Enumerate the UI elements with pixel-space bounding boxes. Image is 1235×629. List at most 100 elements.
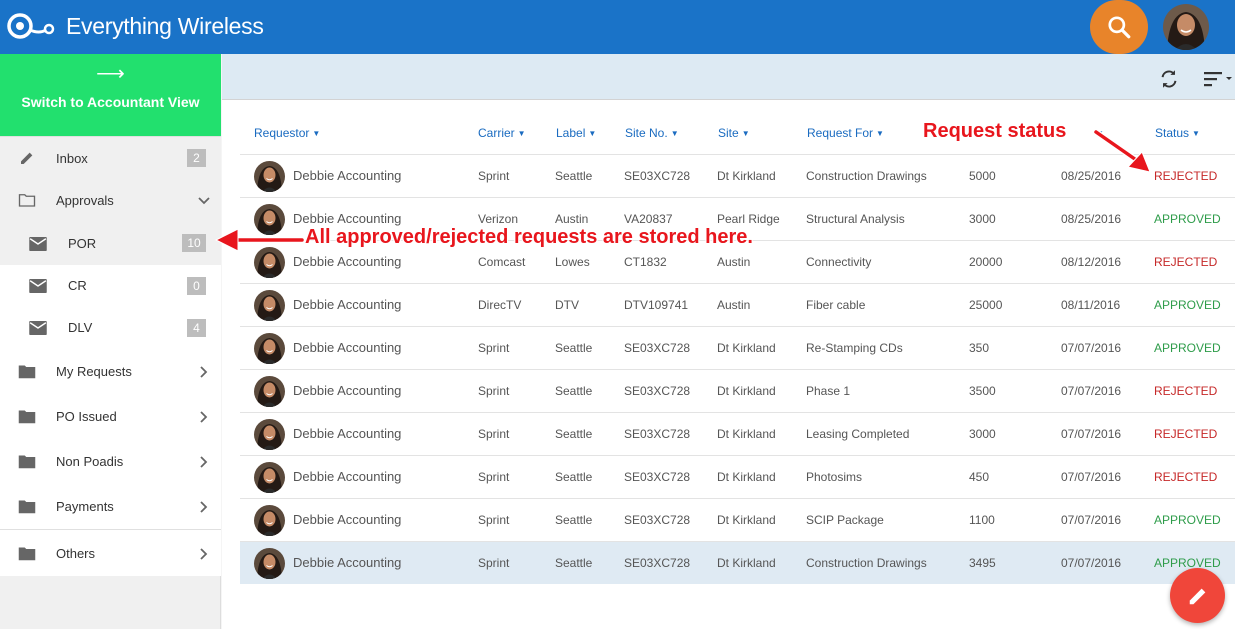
cell-status: APPROVED (1154, 212, 1221, 226)
cell-request-for: SCIP Package (806, 513, 884, 527)
cell-label: Seattle (555, 427, 593, 441)
cell-status: APPROVED (1154, 556, 1221, 570)
caret-down-icon: ▼ (312, 129, 321, 139)
annotation-arrow-status (1093, 129, 1151, 173)
sidebar-item-label: PO Issued (56, 409, 117, 424)
cell-request-for: Photosims (806, 470, 863, 484)
sidebar-item-approvals[interactable]: Approvals (0, 179, 221, 222)
cell-amount: 25000 (969, 298, 1003, 312)
folder-icon (17, 361, 37, 381)
cell-site-no: SE03XC728 (624, 384, 691, 398)
sidebar: ⟶ Switch to Accountant View Inbox 2 Appr… (0, 54, 221, 629)
switch-view-label: Switch to Accountant View (21, 94, 200, 110)
sidebar-item-inbox[interactable]: Inbox 2 (0, 136, 221, 179)
cell-site: Dt Kirkland (717, 384, 776, 398)
sidebar-item-payments[interactable]: Payments (0, 484, 221, 529)
column-header-label: Request For (807, 126, 874, 140)
count-badge: 10 (182, 234, 206, 252)
column-header-label[interactable]: Label ▼ (556, 126, 596, 140)
sidebar-item-cr[interactable]: CR 0 (0, 265, 221, 307)
avatar (254, 419, 285, 450)
cell-site: Dt Kirkland (717, 427, 776, 441)
cell-amount: 1100 (969, 513, 995, 527)
column-header-site-no[interactable]: Site No. ▼ (625, 126, 679, 140)
caret-down-icon: ▼ (517, 129, 526, 139)
cell-date: 07/07/2016 (1061, 470, 1122, 484)
cell-carrier: Sprint (478, 341, 510, 355)
chevron-right-icon (200, 411, 208, 423)
cell-requestor: Debbie Accounting (293, 383, 402, 398)
cell-request-for: Leasing Completed (806, 427, 910, 441)
sidebar-item-dlv[interactable]: DLV 4 (0, 307, 221, 349)
cell-amount: 3500 (969, 384, 996, 398)
cell-label: Seattle (555, 169, 593, 183)
avatar (254, 462, 285, 493)
cell-site: Dt Kirkland (717, 341, 776, 355)
cell-amount: 20000 (969, 255, 1003, 269)
sidebar-item-por[interactable]: POR 10 (0, 222, 221, 265)
cell-carrier: Sprint (478, 470, 510, 484)
cell-carrier: Sprint (478, 513, 510, 527)
cell-label: Seattle (555, 513, 593, 527)
annotation-stored-here: All approved/rejected requests are store… (305, 226, 753, 248)
search-button[interactable] (1090, 0, 1148, 54)
cell-site: Pearl Ridge (717, 212, 780, 226)
table-row[interactable]: Debbie Accounting Sprint Seattle SE03XC728 D… (240, 326, 1235, 369)
cell-site-no: SE03XC728 (624, 556, 691, 570)
column-header-label: Label (556, 126, 586, 140)
table-row[interactable]: Debbie Accounting DirecTV DTV DTV109741 Aust… (240, 283, 1235, 326)
cell-requestor: Debbie Accounting (293, 426, 402, 441)
cell-request-for: Construction Drawings (806, 169, 927, 183)
table-row[interactable]: Debbie Accounting Sprint Seattle SE03XC728 D… (240, 455, 1235, 498)
user-avatar[interactable] (1163, 4, 1209, 50)
cell-site-no: VA20837 (624, 212, 673, 226)
avatar (254, 376, 285, 407)
cell-site: Austin (717, 298, 751, 312)
cell-request-for: Construction Drawings (806, 556, 927, 570)
cell-site: Dt Kirkland (717, 556, 776, 570)
column-header-requestor[interactable]: Requestor ▼ (254, 126, 320, 140)
sidebar-item-my-requests[interactable]: My Requests (0, 349, 221, 394)
table-row[interactable]: Debbie Accounting Sprint Seattle SE03XC728 D… (240, 154, 1235, 197)
cell-site-no: DTV109741 (624, 298, 689, 312)
sidebar-item-label: Others (56, 546, 96, 561)
table-row[interactable]: Debbie Accounting Sprint Seattle SE03XC728 D… (240, 541, 1235, 584)
caret-down-icon: ▼ (588, 129, 597, 139)
avatar (254, 548, 285, 579)
cell-carrier: Comcast (478, 255, 526, 269)
count-badge: 2 (187, 149, 206, 167)
cell-label: Lowes (555, 255, 590, 269)
logo-icon[interactable] (6, 10, 56, 42)
column-header-carrier[interactable]: Carrier ▼ (478, 126, 526, 140)
cell-site: Dt Kirkland (717, 470, 776, 484)
cell-date: 07/07/2016 (1061, 556, 1122, 570)
cell-request-for: Phase 1 (806, 384, 851, 398)
sidebar-item-po-issued[interactable]: PO Issued (0, 394, 221, 439)
sidebar-item-non-poadis[interactable]: Non Poadis (0, 439, 221, 484)
cell-request-for: Re-Stamping CDs (806, 341, 903, 355)
compose-fab[interactable] (1170, 568, 1225, 623)
chevron-right-icon (200, 548, 208, 560)
cell-requestor: Debbie Accounting (293, 168, 402, 183)
caret-down-icon: ▼ (741, 129, 750, 139)
avatar (254, 333, 285, 364)
sort-icon[interactable] (1202, 70, 1234, 88)
cell-requestor: Debbie Accounting (293, 512, 402, 527)
switch-view-button[interactable]: ⟶ Switch to Accountant View (0, 54, 221, 136)
cell-amount: 450 (969, 470, 990, 484)
caret-down-icon: ▼ (876, 129, 884, 139)
sidebar-item-others[interactable]: Others (0, 529, 221, 576)
table-row[interactable]: Debbie Accounting Sprint Seattle SE03XC728 D… (240, 369, 1235, 412)
refresh-icon[interactable] (1158, 68, 1180, 90)
column-header-label: Requestor (254, 126, 310, 140)
column-header-site[interactable]: Site ▼ (718, 126, 750, 140)
folder-icon (17, 451, 37, 471)
table-row[interactable]: Debbie Accounting Sprint Seattle SE03XC728 D… (240, 412, 1235, 455)
requests-table: Requestor ▼ Carrier ▼ Label ▼ Site No. ▼ Sit… (222, 100, 1235, 629)
sidebar-item-label: My Requests (56, 364, 132, 379)
cell-date: 08/12/2016 (1061, 255, 1122, 269)
table-row[interactable]: Debbie Accounting Sprint Seattle SE03XC728 D… (240, 498, 1235, 541)
cell-label: Seattle (555, 556, 593, 570)
folder-icon (17, 406, 37, 426)
column-header-request-for[interactable]: Request For ▼ (807, 126, 884, 140)
